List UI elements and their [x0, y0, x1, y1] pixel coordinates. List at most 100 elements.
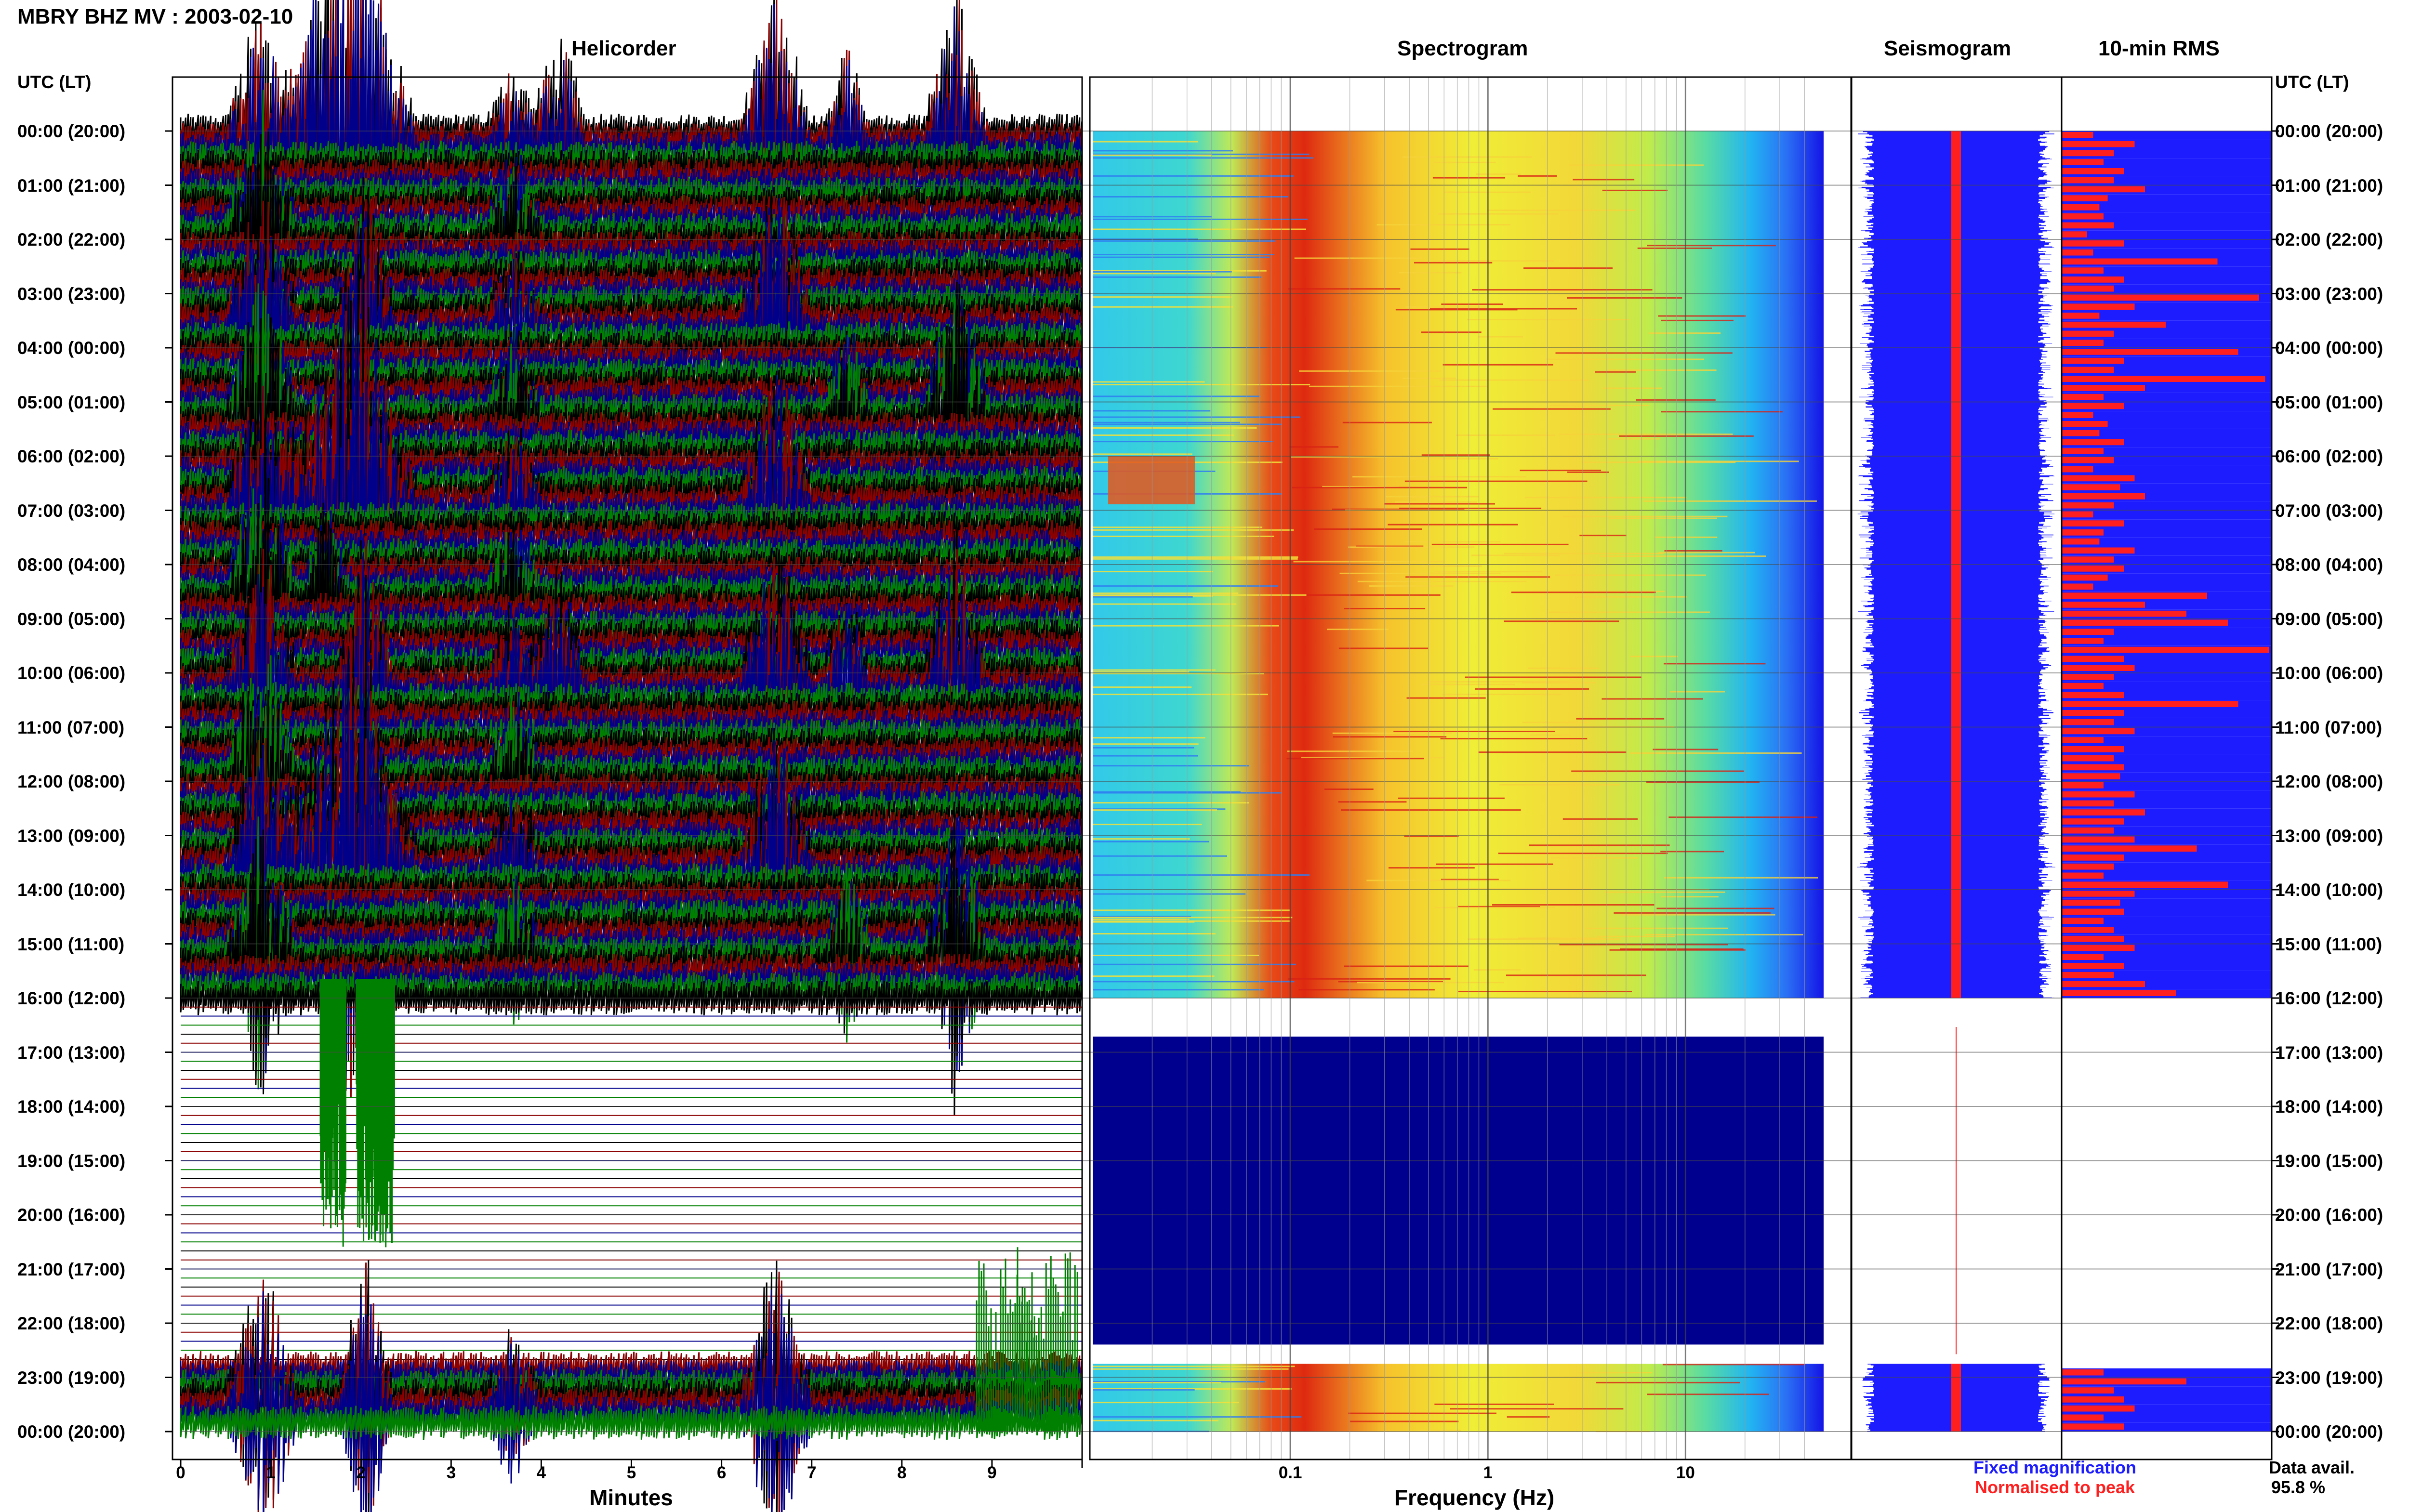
- rms-bar: [2062, 800, 2114, 807]
- spectrogram-streak: [1093, 989, 1264, 991]
- rms-bar: [2062, 656, 2124, 662]
- rms-bar: [2062, 791, 2135, 798]
- rms-bar: [2062, 710, 2124, 716]
- rms-bar: [2062, 556, 2114, 563]
- data-availability-label: Data avail.: [2268, 1458, 2355, 1477]
- rms-bar: [2062, 629, 2114, 635]
- spectrogram-x-label: Frequency (Hz): [1394, 1485, 1555, 1510]
- spectrogram-streak: [1551, 857, 1638, 859]
- time-label-left: 11:00 (07:00): [17, 717, 125, 737]
- spectrogram-streak: [1511, 592, 1656, 593]
- spectrogram-streak: [1344, 965, 1469, 967]
- spectrogram-streak: [1567, 471, 1609, 473]
- rms-bar: [2062, 421, 2108, 427]
- spectrogram-streak: [1578, 1372, 1653, 1374]
- spectrogram-streak: [1093, 917, 1293, 919]
- rms-bar: [2062, 719, 2114, 725]
- spectrogram-streak: [1436, 863, 1553, 865]
- spectrogram-x-tick: 10: [1676, 1463, 1695, 1482]
- spectrogram-streak: [1093, 384, 1310, 385]
- time-label-right: 17:00 (13:00): [2275, 1042, 2383, 1063]
- spectrogram-streak: [1581, 461, 1736, 463]
- spectrogram-streak: [1441, 303, 1503, 305]
- rms-bar: [2062, 303, 2135, 310]
- rms-bar: [2062, 746, 2124, 752]
- rms-bar: [2062, 583, 2093, 590]
- rms-bar: [2062, 755, 2114, 762]
- spectrogram-streak: [1528, 667, 1599, 669]
- spectrogram-x-tick: 0.1: [1278, 1463, 1302, 1482]
- rms-bar: [2062, 385, 2145, 391]
- rms-bar: [2062, 899, 2120, 906]
- spectrogram-streak: [1093, 625, 1279, 627]
- spectrogram-streak: [1568, 164, 1704, 166]
- spectrogram-streak: [1661, 319, 1734, 321]
- spectrogram-streak: [1093, 747, 1194, 749]
- spectrogram-streak: [1440, 738, 1588, 739]
- spectrogram-streak: [1442, 694, 1562, 696]
- rms-bar: [2062, 646, 2269, 653]
- time-label-right: 05:00 (01:00): [2275, 392, 2383, 412]
- rms-bar: [2062, 394, 2104, 400]
- spectrogram-streak: [1352, 476, 1527, 478]
- spectrogram-streak: [1414, 262, 1493, 263]
- spectrogram-streak: [1468, 938, 1621, 940]
- time-label-left: 02:00 (22:00): [17, 230, 126, 250]
- spectrogram-streak: [1630, 656, 1678, 657]
- spectrogram-streak: [1324, 789, 1374, 790]
- spectrogram-streak: [1395, 309, 1518, 311]
- time-label-left: 15:00 (11:00): [17, 934, 125, 954]
- rms-bar: [2062, 809, 2145, 815]
- time-label-right: 21:00 (17:00): [2275, 1259, 2383, 1279]
- helicorder-x-tick: 5: [626, 1463, 636, 1482]
- spectrogram-streak: [1630, 752, 1802, 754]
- rms-bar: [2062, 258, 2218, 265]
- rms-bar: [2062, 1396, 2124, 1403]
- spectrogram-streak: [1093, 1420, 1218, 1421]
- spectrogram-streak: [1403, 377, 1456, 379]
- spectrogram-streak: [1093, 157, 1314, 159]
- spectrogram-streak: [1523, 267, 1613, 269]
- spectrogram-streak: [1093, 919, 1190, 920]
- spectrogram-streak: [1093, 218, 1308, 220]
- rms-bar: [2062, 538, 2100, 545]
- spectrogram-streak: [1410, 458, 1498, 460]
- spectrogram-streak: [1410, 248, 1469, 250]
- spectrogram-streak: [1492, 408, 1611, 410]
- rms-bar: [2062, 782, 2104, 789]
- spectrogram-streak: [1643, 500, 1817, 502]
- spectrogram-streak: [1522, 682, 1596, 684]
- rms-bar: [2062, 511, 2093, 518]
- rms-bar: [2062, 674, 2114, 680]
- rms-bar: [2062, 1405, 2135, 1412]
- spectrogram-streak: [1350, 1420, 1459, 1422]
- spectrogram-streak: [1498, 853, 1668, 855]
- helicorder-x-label: Minutes: [589, 1485, 673, 1510]
- helicorder-x-tick: 9: [987, 1463, 997, 1482]
- spectrogram-streak: [1093, 240, 1275, 242]
- rms-bar: [2062, 954, 2104, 960]
- helicorder-x-tick: 1: [266, 1463, 276, 1482]
- spectrogram-streak: [1299, 370, 1441, 372]
- spectrogram-streak: [1093, 802, 1249, 804]
- spectrogram-streak: [1093, 874, 1310, 876]
- rms-bar: [2062, 547, 2135, 554]
- helicorder-x-tick: 3: [446, 1463, 456, 1482]
- rms-bar: [2062, 918, 2104, 924]
- spectrogram-streak: [1562, 515, 1728, 517]
- rms-bar: [2062, 945, 2135, 951]
- spectrogram-hot-patch: [1108, 456, 1195, 504]
- spectrogram-streak: [1338, 647, 1429, 649]
- rms-bar: [2062, 1369, 2104, 1376]
- spectrogram-gap-fill: [1093, 1037, 1824, 1345]
- spectrogram-streak: [1093, 256, 1270, 258]
- time-label-left: 04:00 (00:00): [17, 338, 126, 358]
- rms-bar: [2062, 412, 2093, 418]
- spectrogram-streak: [1664, 663, 1766, 665]
- spectrogram-streak: [1504, 620, 1619, 622]
- time-label-right: 09:00 (05:00): [2275, 609, 2383, 629]
- time-label-left: 19:00 (15:00): [17, 1151, 126, 1171]
- time-label-right: 10:00 (06:00): [2275, 663, 2383, 683]
- rms-bar: [2062, 294, 2259, 301]
- spectrogram-streak: [1433, 161, 1496, 163]
